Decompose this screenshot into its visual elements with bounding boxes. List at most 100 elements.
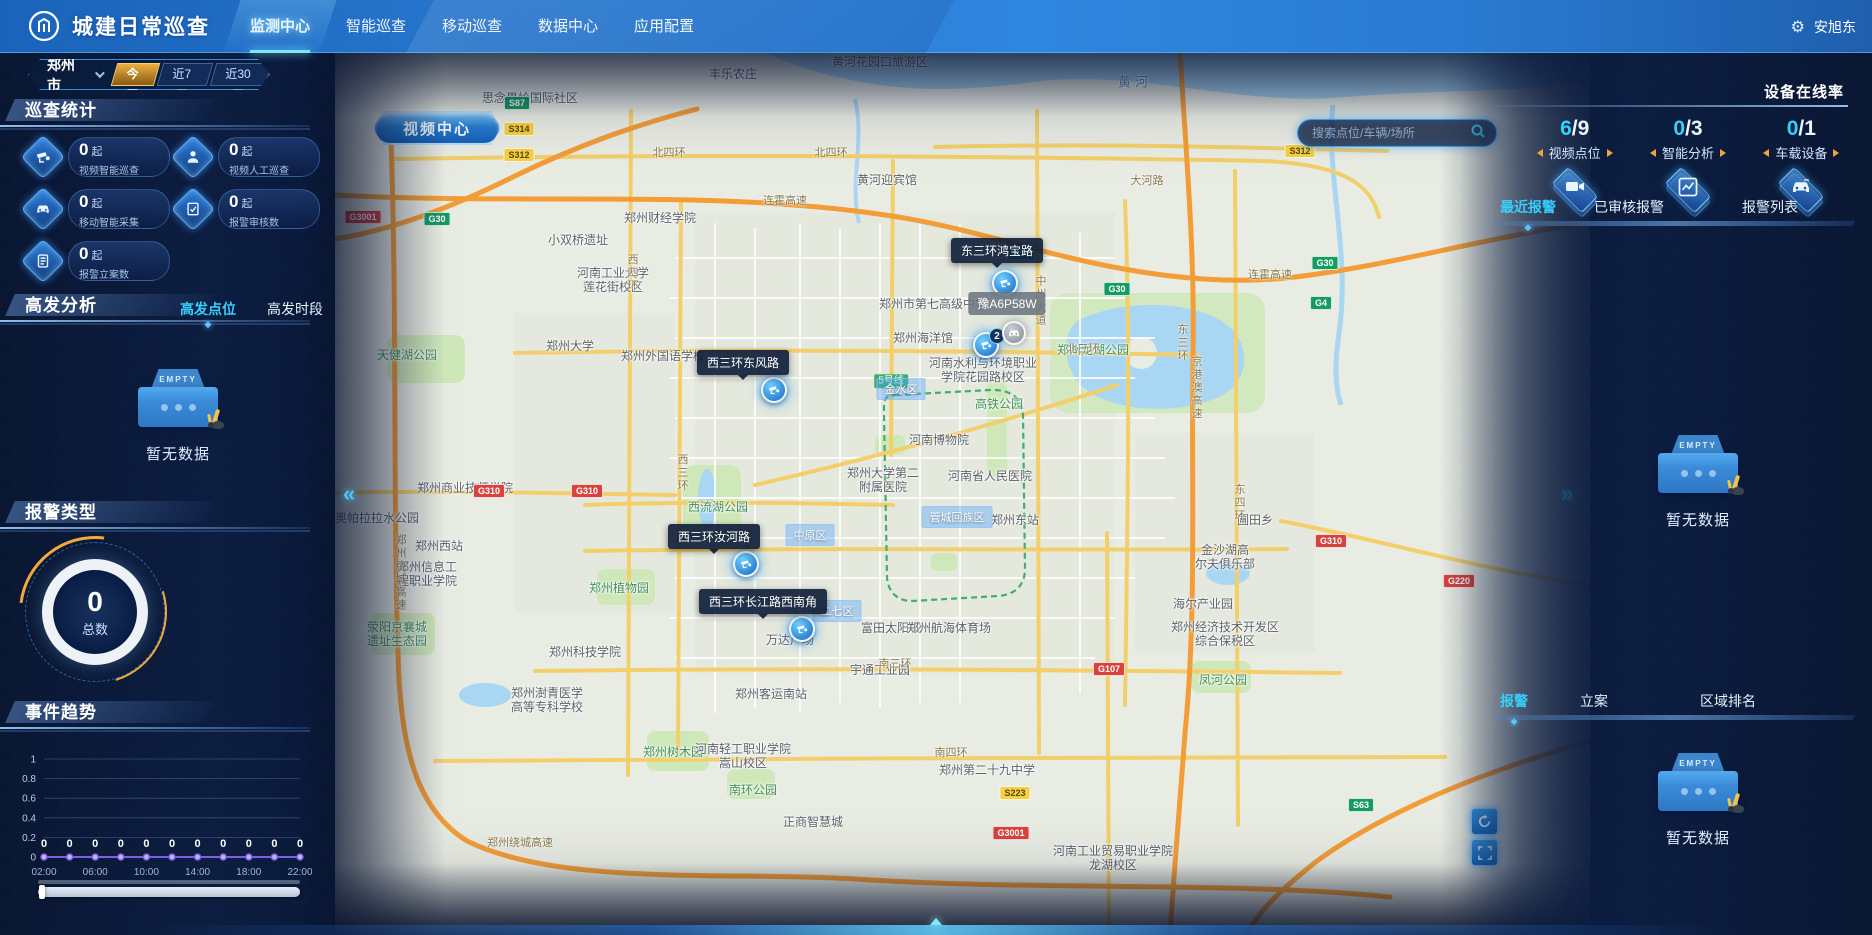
patrol-stats-grid: 0起视频智能巡查0起视频人工巡查0起移动智能采集0起报警审核数0起报警立案数	[24, 131, 324, 287]
case-tab-1[interactable]: 报警	[1500, 691, 1528, 711]
camera-marker[interactable]	[761, 377, 787, 403]
nav-item-4[interactable]: 数据中心	[520, 0, 616, 53]
arrow-left-icon	[1650, 149, 1656, 157]
empty-box-icon: EMPTY	[132, 369, 224, 431]
bottom-glow-decoration	[0, 925, 1872, 935]
patrol-stat-capsule: 0起视频人工巡查	[218, 137, 320, 177]
date-range-group: 今天近7天近30天	[114, 63, 269, 86]
patrol-stat-capsule: 0起移动智能采集	[68, 189, 170, 229]
city-selector[interactable]: 郑州市	[29, 55, 102, 95]
cctv-camera-icon	[21, 135, 65, 179]
camera-marker[interactable]	[789, 616, 815, 642]
cluster-marker[interactable]: 2	[973, 332, 999, 358]
svg-text:0: 0	[169, 838, 175, 850]
alarm-tab-3[interactable]: 报警列表	[1742, 197, 1798, 217]
hotspot-tab-1[interactable]: 高发点位	[180, 297, 236, 321]
svg-text:0: 0	[143, 838, 149, 850]
arrow-left-icon	[1763, 149, 1769, 157]
nav-item-label: 数据中心	[538, 18, 598, 35]
arrow-right-icon	[1607, 149, 1613, 157]
case-file-icon	[21, 239, 65, 283]
patrol-stat-label: 报警立案数	[79, 266, 161, 281]
settings-gear-icon[interactable]: ⚙	[1791, 17, 1805, 37]
patrol-stat-value: 0起	[79, 141, 161, 161]
svg-text:0: 0	[297, 838, 303, 850]
svg-text:0: 0	[220, 838, 226, 850]
alarm-tab-1[interactable]: 最近报警	[1500, 197, 1556, 217]
nav-item-2[interactable]: 智能巡查	[328, 0, 424, 53]
current-user-name[interactable]: 安旭东	[1814, 17, 1856, 37]
svg-text:0.6: 0.6	[22, 794, 36, 805]
svg-text:10:00: 10:00	[134, 867, 159, 878]
device-online-label: 车载设备	[1763, 143, 1839, 162]
patrol-stat-item: 0起移动智能采集	[24, 183, 174, 235]
device-online-count: 0/1	[1787, 117, 1816, 141]
nav-item-label: 移动巡查	[442, 18, 502, 35]
arrow-right-icon	[1720, 149, 1726, 157]
vehicle-plate-label: 豫A6P58W	[968, 292, 1045, 315]
dashboard-screen: 黄河黄河花园口旅游区丰乐农庄思念果岭国际社区黄河迎宾馆郑州财经学院小双桥遗址河南…	[0, 0, 1872, 935]
alarm-tab-2[interactable]: 已审核报警	[1594, 197, 1664, 217]
nav-item-label: 智能巡查	[346, 18, 406, 35]
person-icon	[171, 135, 215, 179]
case-tab-2[interactable]: 立案	[1580, 691, 1608, 711]
svg-text:0: 0	[67, 838, 73, 850]
svg-text:14:00: 14:00	[185, 867, 210, 878]
device-online-divider	[1495, 105, 1848, 107]
patrol-stat-capsule: 0起视频智能巡查	[68, 137, 170, 177]
app-title: 城建日常巡查	[72, 11, 210, 41]
range-button-3[interactable]: 近30天	[210, 63, 273, 86]
patrol-stat-value: 0起	[79, 245, 161, 265]
patrol-stat-item: 0起报警立案数	[24, 235, 174, 287]
map-tooltip: 西三环东风路	[697, 350, 789, 375]
nav-item-1[interactable]: 监测中心	[232, 0, 328, 53]
svg-text:0: 0	[195, 838, 201, 850]
patrol-stat-label: 移动智能采集	[79, 214, 161, 229]
patrol-stat-label: 报警审核数	[229, 214, 311, 229]
patrol-stat-capsule: 0起报警立案数	[68, 241, 170, 281]
section-title-alarm-type: 报警类型	[0, 501, 320, 531]
section-title-device-online: 设备在线率	[1764, 81, 1844, 102]
case-empty-state: EMPTY 暂无数据	[1652, 753, 1744, 848]
empty-text: 暂无数据	[1666, 509, 1730, 530]
alarm-empty-state: EMPTY 暂无数据	[1652, 435, 1744, 530]
top-navigation-bar: 城建日常巡查 监测中心 智能巡查 移动巡查 数据中心 应用配置 ⚙ 安旭东	[0, 0, 1872, 53]
range-button-1[interactable]: 今天	[111, 63, 161, 86]
video-center-button[interactable]: 视频中心	[373, 111, 501, 145]
case-tab-3[interactable]: 区域排名	[1700, 691, 1756, 711]
arrow-right-icon	[1833, 149, 1839, 157]
slider-handle[interactable]	[39, 885, 45, 899]
device-online-count: 0/3	[1673, 117, 1702, 141]
device-online-count: 6/9	[1560, 117, 1589, 141]
map-base-layer	[335, 53, 1590, 935]
main-nav: 监测中心 智能巡查 移动巡查 数据中心 应用配置	[232, 0, 712, 53]
city-logo-icon	[28, 10, 60, 42]
svg-text:0.2: 0.2	[22, 833, 36, 844]
case-tab-underline	[1494, 715, 1856, 720]
alarm-total-label: 总数	[82, 619, 108, 638]
trend-range-slider[interactable]	[38, 880, 300, 897]
alarm-total-value: 0	[87, 587, 103, 617]
hotspot-tab-2[interactable]: 高发时段	[267, 297, 323, 321]
user-area: ⚙ 安旭东	[1791, 0, 1856, 53]
svg-text:18:00: 18:00	[236, 867, 261, 878]
svg-text:22:00: 22:00	[287, 867, 312, 878]
svg-text:0: 0	[118, 838, 124, 850]
svg-text:0: 0	[30, 853, 36, 864]
patrol-stat-item: 0起视频智能巡查	[24, 131, 174, 183]
nav-item-label: 监测中心	[250, 18, 310, 35]
app-logo: 城建日常巡查	[28, 10, 210, 42]
device-online-label: 视频点位	[1537, 143, 1613, 162]
camera-marker[interactable]	[733, 551, 759, 577]
section-title-patrol-stats: 巡查统计	[0, 99, 320, 129]
filter-bar: 郑州市 今天近7天近30天	[28, 59, 270, 90]
nav-item-5[interactable]: 应用配置	[616, 0, 712, 53]
range-button-2[interactable]: 近7天	[157, 63, 213, 86]
vehicle-marker[interactable]	[1002, 321, 1026, 345]
patrol-stat-value: 0起	[79, 193, 161, 213]
svg-text:0: 0	[271, 838, 277, 850]
svg-text:02:00: 02:00	[31, 867, 56, 878]
audit-check-icon	[171, 187, 215, 231]
map-canvas[interactable]: 黄河黄河花园口旅游区丰乐农庄思念果岭国际社区黄河迎宾馆郑州财经学院小双桥遗址河南…	[335, 53, 1590, 935]
nav-item-3[interactable]: 移动巡查	[424, 0, 520, 53]
